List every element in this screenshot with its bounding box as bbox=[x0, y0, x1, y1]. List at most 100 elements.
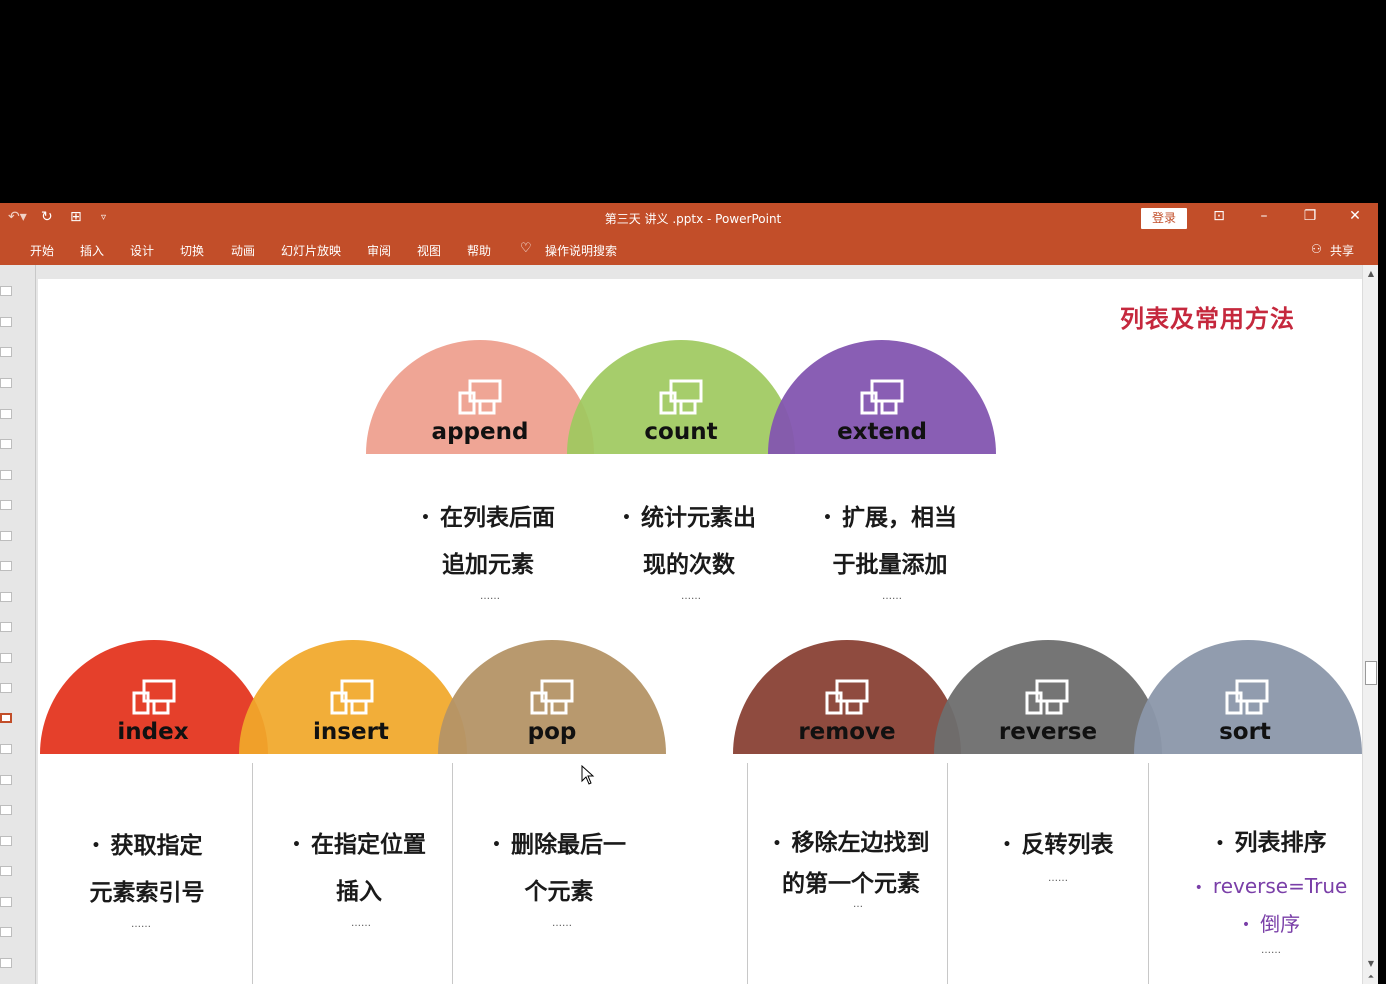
slide-thumbnail[interactable] bbox=[0, 470, 12, 480]
bullet: • bbox=[622, 510, 631, 526]
devices-icon bbox=[860, 379, 904, 415]
slide-thumbnail[interactable] bbox=[0, 897, 12, 907]
devices-icon bbox=[132, 679, 176, 715]
ribbon-display-options-icon[interactable]: ⊡ bbox=[1207, 208, 1231, 224]
slide-thumbnail-active[interactable] bbox=[0, 713, 12, 723]
slide-thumbnail[interactable] bbox=[0, 622, 12, 632]
bullet: • bbox=[492, 837, 501, 853]
method-description: • 在列表后面 追加元素 bbox=[421, 505, 555, 578]
slide-thumbnail[interactable] bbox=[0, 927, 12, 937]
tab-transitions[interactable]: 切换 bbox=[180, 242, 204, 259]
scroll-down-arrow-icon[interactable]: ▼ bbox=[1363, 959, 1379, 968]
method-description: • 在指定位置 插入 bbox=[292, 832, 426, 905]
column-divider bbox=[252, 763, 253, 984]
method-description: • 反转列表 bbox=[1002, 832, 1114, 858]
vertical-scrollbar[interactable]: ▲ ▼ ⏶ bbox=[1362, 265, 1378, 984]
slide-thumbnail[interactable] bbox=[0, 592, 12, 602]
ellipsis: …… bbox=[1261, 945, 1281, 956]
mouse-cursor-icon bbox=[581, 765, 595, 785]
ellipsis: … bbox=[853, 899, 863, 910]
slide-thumbnail[interactable] bbox=[0, 653, 12, 663]
slide-thumbnail[interactable] bbox=[0, 836, 12, 846]
close-icon[interactable]: ✕ bbox=[1343, 208, 1367, 224]
slide-thumbnail[interactable] bbox=[0, 958, 12, 968]
ellipsis: …… bbox=[552, 918, 572, 929]
method-description: • 移除左边找到 的第一个元素 bbox=[772, 830, 930, 897]
method-name: pop bbox=[527, 719, 577, 745]
tab-help[interactable]: 帮助 bbox=[467, 242, 491, 259]
login-button[interactable]: 登录 bbox=[1141, 208, 1187, 229]
bullet: • bbox=[1215, 835, 1225, 852]
black-letterbox bbox=[0, 0, 1386, 203]
method-name: sort bbox=[1219, 719, 1271, 745]
slide-thumbnail[interactable] bbox=[0, 347, 12, 357]
ellipsis: …… bbox=[882, 591, 902, 602]
tab-review[interactable]: 审阅 bbox=[367, 242, 391, 259]
app-root: ↶▾ ↻ ⊞ ▿ 第三天 讲义 .pptx - PowerPoint 登录 ⊡ … bbox=[0, 0, 1386, 984]
bullet: • bbox=[421, 510, 430, 526]
bullet: • bbox=[1194, 879, 1203, 896]
slide-thumbnail[interactable] bbox=[0, 439, 12, 449]
tab-design[interactable]: 设计 bbox=[130, 242, 154, 259]
tab-animations[interactable]: 动画 bbox=[231, 242, 255, 259]
tab-home[interactable]: 开始 bbox=[30, 242, 54, 259]
bullet: • bbox=[91, 838, 101, 854]
devices-icon bbox=[1225, 679, 1269, 715]
ellipsis: …… bbox=[1048, 873, 1068, 884]
bullet: • bbox=[772, 835, 782, 852]
method-description: • 删除最后一 个元素 bbox=[492, 832, 626, 905]
ellipsis: …… bbox=[480, 591, 500, 602]
method-name: insert bbox=[313, 719, 389, 745]
slide-thumbnail[interactable] bbox=[0, 500, 12, 510]
minimize-icon[interactable]: – bbox=[1252, 208, 1276, 224]
previous-slide-icon[interactable]: ⏶ bbox=[1363, 972, 1379, 982]
slide-thumbnail[interactable] bbox=[0, 683, 12, 693]
person-icon[interactable]: ⚇ bbox=[1311, 242, 1322, 256]
column-divider bbox=[747, 763, 748, 984]
restore-icon[interactable]: ❐ bbox=[1298, 208, 1322, 224]
scroll-up-arrow-icon[interactable]: ▲ bbox=[1363, 269, 1379, 278]
slide-thumbnail[interactable] bbox=[0, 531, 12, 541]
slide-title: 列表及常用方法 bbox=[1120, 305, 1295, 333]
method-name: remove bbox=[798, 719, 896, 745]
method-name: index bbox=[117, 719, 189, 745]
slide-thumbnail[interactable] bbox=[0, 866, 12, 876]
slide-thumbnail[interactable] bbox=[0, 378, 12, 388]
method-description: • 扩展，相当 于批量添加 bbox=[823, 505, 957, 578]
devices-icon bbox=[330, 679, 374, 715]
devices-icon bbox=[659, 379, 703, 415]
slide-thumbnail-pane bbox=[0, 265, 36, 984]
slide-thumbnail[interactable] bbox=[0, 744, 12, 754]
column-divider bbox=[947, 763, 948, 984]
method-description: • 获取指定 元素索引号 bbox=[89, 833, 205, 906]
devices-icon bbox=[825, 679, 869, 715]
ribbon-tabs: 开始 插入 设计 切换 动画 幻灯片放映 审阅 视图 帮助 ♡ 操作说明搜索 ⚇… bbox=[0, 235, 1386, 265]
method-name: count bbox=[644, 419, 718, 445]
lightbulb-icon[interactable]: ♡ bbox=[520, 241, 532, 256]
tell-me-search[interactable]: 操作说明搜索 bbox=[545, 242, 617, 259]
bullet: • bbox=[1241, 917, 1251, 933]
slide-thumbnail[interactable] bbox=[0, 805, 12, 815]
devices-icon bbox=[1025, 679, 1069, 715]
ellipsis: …… bbox=[351, 918, 371, 929]
slide-thumbnail[interactable] bbox=[0, 409, 12, 419]
bullet: • bbox=[1002, 837, 1012, 853]
tab-view[interactable]: 视图 bbox=[417, 242, 441, 259]
ellipsis: …… bbox=[681, 591, 701, 602]
method-name: extend bbox=[837, 419, 927, 445]
column-divider bbox=[1148, 763, 1149, 984]
method-name: reverse bbox=[998, 719, 1098, 745]
bullet: • bbox=[292, 837, 301, 853]
scrollbar-thumb[interactable] bbox=[1365, 661, 1377, 685]
devices-icon bbox=[458, 379, 502, 415]
tab-slideshow[interactable]: 幻灯片放映 bbox=[281, 242, 341, 259]
share-button[interactable]: 共享 bbox=[1330, 242, 1354, 259]
method-description: • 统计元素出 现的次数 bbox=[622, 505, 756, 578]
slide[interactable]: 列表及常用方法 append count extend • 在列表后面 追加元素… bbox=[38, 279, 1362, 984]
slide-thumbnail[interactable] bbox=[0, 286, 12, 296]
bullet: • bbox=[823, 510, 832, 526]
tab-insert[interactable]: 插入 bbox=[80, 242, 104, 259]
slide-thumbnail[interactable] bbox=[0, 561, 12, 571]
slide-thumbnail[interactable] bbox=[0, 317, 12, 327]
slide-thumbnail[interactable] bbox=[0, 775, 12, 785]
